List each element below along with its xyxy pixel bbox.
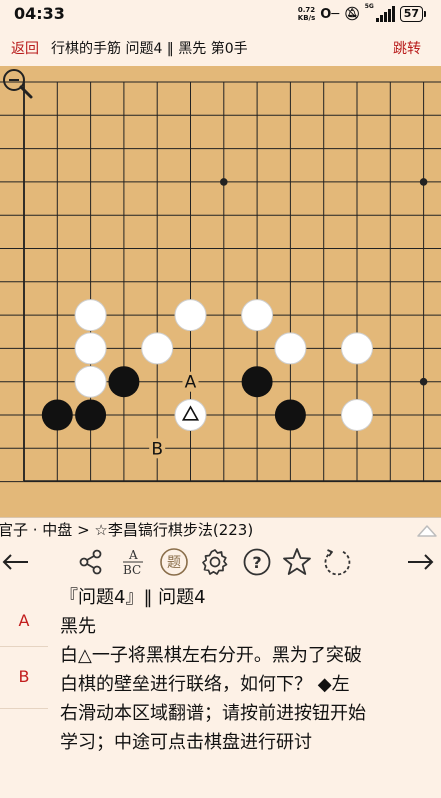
help-button[interactable]: ? bbox=[241, 546, 273, 578]
hoshi-point bbox=[220, 178, 228, 186]
page-title: 行棋的手筋 问题4 ‖ 黑先 第0手 bbox=[51, 41, 248, 57]
white-stone bbox=[274, 332, 307, 365]
white-stone bbox=[74, 299, 107, 332]
white-stone bbox=[341, 332, 373, 365]
breadcrumb-bar: 官子 · 中盘 > ☆李昌镐行棋步法(223) bbox=[0, 517, 441, 541]
white-stone bbox=[241, 299, 274, 332]
share-button[interactable] bbox=[75, 546, 107, 578]
problem-text-line: 右滑动本区域翻谱；请按前进按钮开始 bbox=[60, 703, 366, 724]
share-icon bbox=[79, 549, 102, 575]
problem-description: 『问题4』‖ 问题4 黑先 白△一子将黑棋左右分开。黑为了突破 白棋的壁垒进行联… bbox=[60, 583, 430, 757]
help-icon: ? bbox=[243, 548, 271, 576]
board-label: B bbox=[151, 439, 163, 459]
go-board[interactable]: AB bbox=[0, 66, 441, 517]
key-icon: O─ bbox=[320, 6, 340, 22]
signal-icon: 5G bbox=[364, 3, 395, 22]
abc-top-text: A bbox=[128, 548, 138, 562]
settings-button[interactable] bbox=[199, 546, 231, 578]
notification-muted-icon: 🔕︎ bbox=[344, 6, 361, 22]
arrow-left-icon bbox=[2, 554, 28, 570]
network-type: 5G bbox=[364, 3, 374, 10]
white-stone bbox=[74, 365, 107, 398]
prev-button[interactable] bbox=[0, 546, 32, 578]
arrow-right-icon bbox=[408, 554, 434, 570]
black-stone bbox=[108, 366, 140, 398]
problem-char: 题 bbox=[167, 555, 181, 571]
favorite-button[interactable] bbox=[281, 546, 313, 578]
black-stone bbox=[274, 399, 306, 431]
status-bar: 04:33 0.72 KB/s O─ 🔕︎ 5G 57 bbox=[0, 0, 441, 28]
help-char: ? bbox=[252, 553, 261, 572]
white-stone bbox=[174, 399, 207, 431]
problem-text-line: 学习；中途可点击棋盘进行研讨 bbox=[60, 732, 312, 753]
problem-icon: 题 bbox=[160, 548, 188, 576]
coordinates-button[interactable]: A BC bbox=[117, 546, 149, 578]
breadcrumb[interactable]: 官子 · 中盘 > ☆李昌镐行棋步法(223) bbox=[0, 519, 253, 540]
status-icons: 0.72 KB/s O─ 🔕︎ 5G 57 bbox=[298, 3, 427, 24]
choice-a[interactable]: A bbox=[0, 585, 48, 647]
status-time: 04:33 bbox=[14, 4, 65, 23]
white-stone bbox=[141, 332, 174, 365]
problem-turn: 黑先 bbox=[60, 616, 96, 637]
problem-panel[interactable]: A B 『问题4』‖ 问题4 黑先 白△一子将黑棋左右分开。黑为了突破 白棋的壁… bbox=[0, 583, 441, 798]
net-speed-unit: KB/s bbox=[297, 14, 316, 22]
hoshi-point bbox=[419, 178, 428, 186]
toolbar: A BC 题 ? bbox=[0, 541, 441, 583]
hoshi-point bbox=[419, 377, 428, 386]
jump-button[interactable]: 跳转 bbox=[393, 38, 421, 58]
white-stone bbox=[74, 332, 107, 365]
problem-text-line: 白△一子将黑棋左右分开。黑为了突破 bbox=[60, 645, 362, 666]
white-stone bbox=[341, 399, 373, 431]
black-stone bbox=[75, 399, 107, 431]
reset-button[interactable] bbox=[322, 546, 354, 578]
white-stone bbox=[174, 299, 207, 332]
black-stone bbox=[41, 399, 73, 431]
battery-indicator: 57 bbox=[399, 6, 427, 22]
back-button[interactable]: 返回 bbox=[11, 38, 39, 58]
app-header: 返回 行棋的手筋 问题4 ‖ 黑先 第0手 跳转 bbox=[0, 28, 441, 66]
problem-button[interactable]: 题 bbox=[158, 546, 190, 578]
collapse-up-icon[interactable] bbox=[415, 521, 439, 539]
problem-text-line: 白棋的壁垒进行联络，如何下？ ◆左 bbox=[60, 674, 350, 695]
star-icon bbox=[283, 548, 311, 575]
zoom-out-icon[interactable] bbox=[0, 66, 34, 100]
gear-icon bbox=[202, 549, 228, 575]
go-board-svg[interactable]: AB bbox=[0, 66, 441, 517]
problem-heading: 『问题4』‖ 问题4 bbox=[60, 587, 206, 608]
board-label: A bbox=[185, 373, 197, 393]
next-button[interactable] bbox=[404, 546, 436, 578]
abc-bottom-text: BC bbox=[123, 563, 141, 577]
choice-b[interactable]: B bbox=[0, 647, 48, 709]
net-speed-value: 0.72 bbox=[297, 6, 316, 14]
refresh-icon bbox=[324, 549, 351, 576]
black-stone bbox=[241, 366, 273, 398]
abc-icon: A BC bbox=[123, 548, 143, 577]
net-speed-indicator: 0.72 KB/s bbox=[298, 6, 315, 22]
